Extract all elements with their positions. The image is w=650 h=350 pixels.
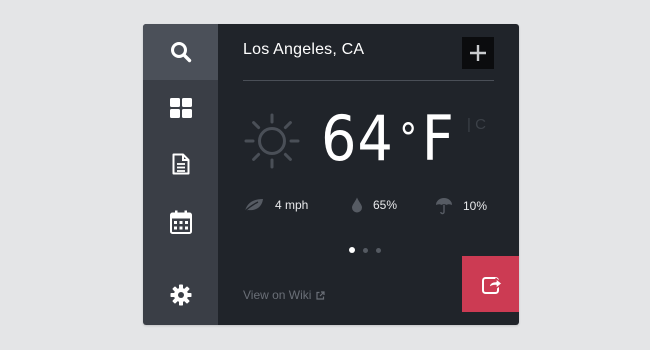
weather-panel: Los Angeles, CA 64 °F | C 4 mph 65% 10% … [218, 24, 519, 325]
document-icon [172, 153, 189, 175]
grid-icon [169, 98, 192, 118]
page-dot-1[interactable] [349, 247, 355, 253]
sidebar-item-settings[interactable] [143, 267, 218, 323]
degree-symbol: ° [399, 116, 419, 162]
humidity-value: 65% [373, 198, 398, 212]
share-button[interactable] [462, 256, 519, 312]
page-dot-2[interactable] [363, 247, 368, 253]
wind-value: 4 mph [275, 198, 309, 212]
wiki-link-label: View on Wiki [243, 288, 312, 302]
wind-stat: 4 mph [243, 197, 308, 213]
sidebar-item-dashboard[interactable] [143, 80, 218, 136]
sidebar [143, 24, 218, 325]
location-label: Los Angeles, CA [243, 41, 365, 58]
temperature-unit: F [421, 102, 455, 175]
precipitation-stat: 10% [435, 197, 487, 215]
temperature-display: 64 °F [321, 102, 455, 175]
sidebar-item-search[interactable] [143, 24, 218, 80]
sidebar-item-document[interactable] [143, 136, 218, 192]
divider [243, 80, 494, 81]
pagination-dots [349, 247, 381, 253]
weather-widget: Los Angeles, CA 64 °F | C 4 mph 65% 10% … [143, 24, 519, 325]
share-icon [482, 277, 503, 294]
umbrella-icon [436, 198, 452, 215]
search-icon [170, 42, 191, 63]
temperature-value: 64 [321, 102, 394, 175]
page-dot-3[interactable] [376, 247, 381, 253]
humidity-stat: 65% [351, 197, 397, 213]
calendar-icon [169, 210, 192, 234]
celsius-toggle[interactable]: | C [467, 116, 486, 133]
drop-icon [352, 197, 362, 213]
precipitation-value: 10% [463, 199, 488, 213]
sun-icon [244, 113, 300, 169]
leaf-icon [243, 199, 263, 213]
plus-icon [470, 45, 486, 61]
add-location-button[interactable] [462, 37, 494, 69]
sidebar-item-calendar[interactable] [143, 194, 218, 250]
gear-icon [170, 284, 191, 306]
view-on-wiki-link[interactable]: View on Wiki [243, 288, 326, 302]
external-link-icon [316, 290, 326, 300]
